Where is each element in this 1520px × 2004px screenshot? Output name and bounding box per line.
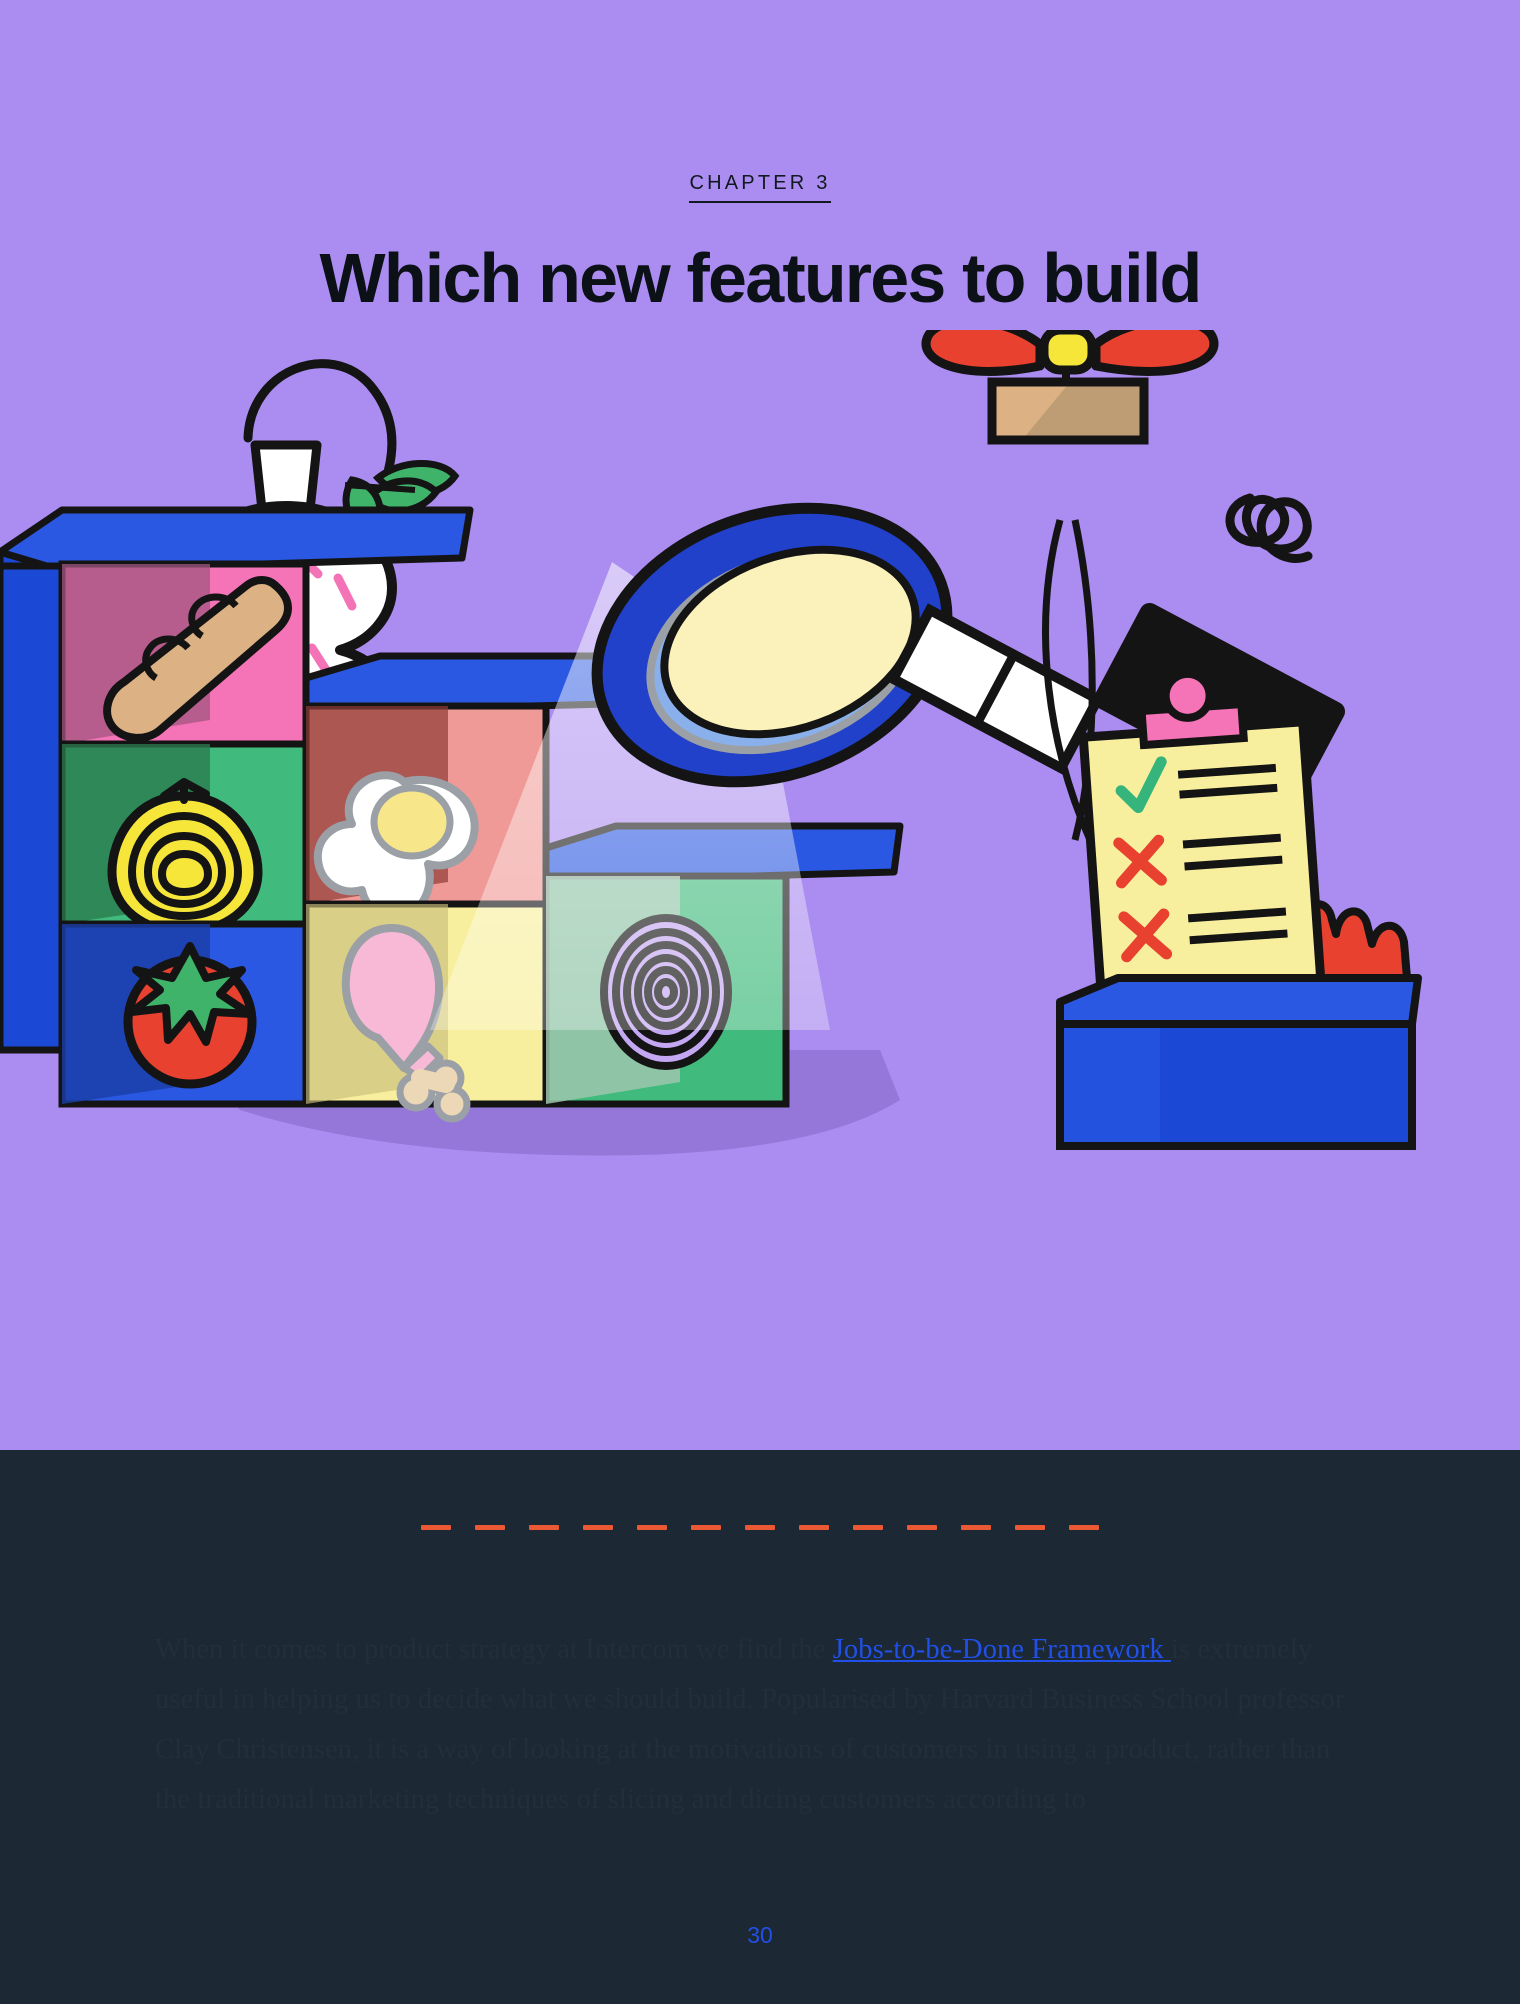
divider-dash [745, 1525, 775, 1530]
divider-dash [1069, 1525, 1099, 1530]
divider-dash [583, 1525, 613, 1530]
divider-dash [853, 1525, 883, 1530]
divider-dash [691, 1525, 721, 1530]
divider-dash [637, 1525, 667, 1530]
chapter-label-text: CHAPTER 3 [689, 172, 831, 203]
page-number: 30 [747, 1922, 773, 1948]
divider-dash [907, 1525, 937, 1530]
squiggle-doodle [1225, 493, 1313, 563]
divider-dash [421, 1525, 451, 1530]
page-title: Which new features to build [319, 239, 1203, 317]
chapter-illustration [0, 330, 1520, 1450]
body-paragraph: When it comes to product strategy at Int… [155, 1625, 1370, 1825]
divider-dash [1015, 1525, 1045, 1530]
jobs-to-be-done-link[interactable]: Jobs-to-be-Done Framework [833, 1634, 1171, 1665]
body-section: When it comes to product strategy at Int… [0, 1450, 1520, 2004]
divider-dash [799, 1525, 829, 1530]
divider-dash [475, 1525, 505, 1530]
divider-dash [961, 1525, 991, 1530]
divider-dash [529, 1525, 559, 1530]
blue-box [1056, 974, 1422, 1150]
chapter-page: CHAPTER 3 Which new features to build Wh… [0, 0, 1520, 2004]
paragraph-text-1: When it comes to product strategy at Int… [155, 1634, 833, 1665]
chapter-label: CHAPTER 3 [0, 172, 1520, 203]
hero-section: CHAPTER 3 Which new features to build [0, 0, 1520, 1450]
dashed-divider [0, 1525, 1520, 1530]
clipboard-checklist-group [1056, 669, 1422, 1150]
